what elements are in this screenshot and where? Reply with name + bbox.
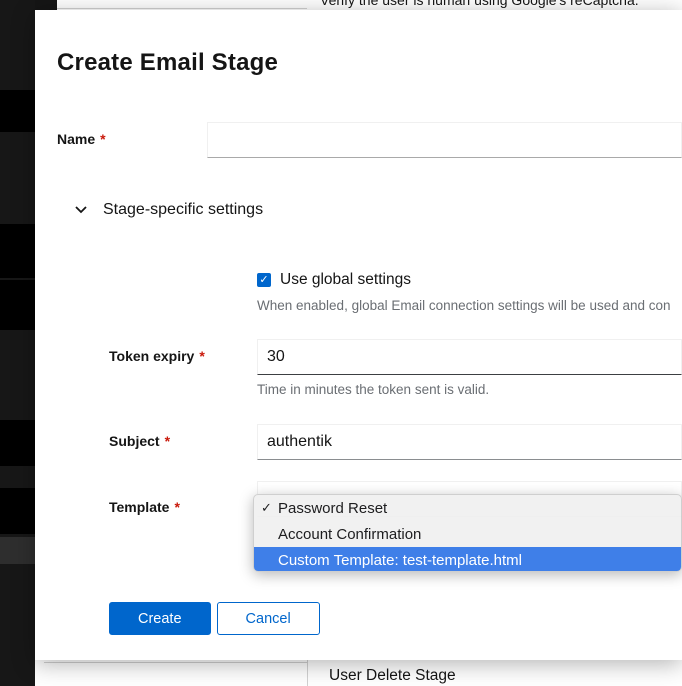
sidebar-item-block <box>0 537 35 564</box>
token-expiry-label: Token expiry* <box>109 339 257 398</box>
token-expiry-help-text: Time in minutes the token sent is valid. <box>257 382 682 398</box>
token-expiry-input[interactable] <box>257 339 682 375</box>
app-sidebar <box>0 0 35 686</box>
table-cell-border <box>57 8 307 9</box>
subject-row: Subject* <box>109 424 682 460</box>
stage-settings-section-body: ✓ Use global settings When enabled, glob… <box>109 270 682 635</box>
subject-label: Subject* <box>109 424 257 460</box>
section-toggle-button[interactable] <box>74 203 88 217</box>
template-row: Template* ✓ Password Reset Account Confi… <box>109 481 682 517</box>
modal-actions: Create Cancel <box>109 602 682 635</box>
subject-input[interactable] <box>257 424 682 460</box>
use-global-settings-checkbox[interactable]: ✓ <box>257 273 271 287</box>
table-row-border <box>44 662 307 663</box>
name-label: Name* <box>57 122 207 158</box>
template-dropdown: ✓ Password Reset Account Confirmation Cu… <box>253 494 682 572</box>
table-column-border <box>307 660 308 686</box>
name-input[interactable] <box>207 122 682 158</box>
background-page-top: Verify the user is human using Google's … <box>35 0 682 10</box>
global-settings-help-text: When enabled, global Email connection se… <box>257 298 682 314</box>
template-label: Template* <box>109 481 257 517</box>
dropdown-option-password-reset[interactable]: ✓ Password Reset <box>254 495 681 521</box>
name-form-row: Name* <box>57 122 682 158</box>
dropdown-option-account-confirmation[interactable]: Account Confirmation <box>254 521 681 547</box>
background-dark-cell <box>35 0 57 10</box>
check-icon: ✓ <box>259 274 268 286</box>
token-expiry-row: Token expiry* Time in minutes the token … <box>109 339 682 398</box>
recaptcha-help-text: Verify the user is human using Google's … <box>320 0 639 8</box>
section-title: Stage-specific settings <box>103 201 263 219</box>
stage-settings-section-header[interactable]: Stage-specific settings <box>57 199 682 221</box>
dropdown-option-custom-template[interactable]: Custom Template: test-template.html <box>254 547 681 572</box>
chevron-down-icon <box>75 206 87 214</box>
sidebar-item-block <box>0 224 35 278</box>
required-asterisk: * <box>199 348 204 364</box>
global-settings-row: ✓ Use global settings When enabled, glob… <box>109 270 682 314</box>
sidebar-item-block <box>0 420 35 466</box>
create-button[interactable]: Create <box>109 602 211 635</box>
sidebar-item-block <box>0 90 35 132</box>
table-cell-stage-name: User Delete Stage <box>329 667 456 685</box>
required-asterisk: * <box>165 433 170 449</box>
use-global-settings-label[interactable]: Use global settings <box>280 270 411 290</box>
create-email-stage-modal: Create Email Stage Name* Stage-specific … <box>35 10 682 660</box>
sidebar-item-block <box>0 280 35 330</box>
required-asterisk: * <box>100 131 105 147</box>
modal-title: Create Email Stage <box>57 48 682 77</box>
option-check-icon: ✓ <box>261 500 278 516</box>
cancel-button[interactable]: Cancel <box>217 602 320 635</box>
stage-form: Name* Stage-specific settings ✓ <box>57 122 682 635</box>
required-asterisk: * <box>174 499 179 515</box>
sidebar-item-block <box>0 488 35 534</box>
background-page-bottom: User Delete Stage <box>35 660 682 686</box>
